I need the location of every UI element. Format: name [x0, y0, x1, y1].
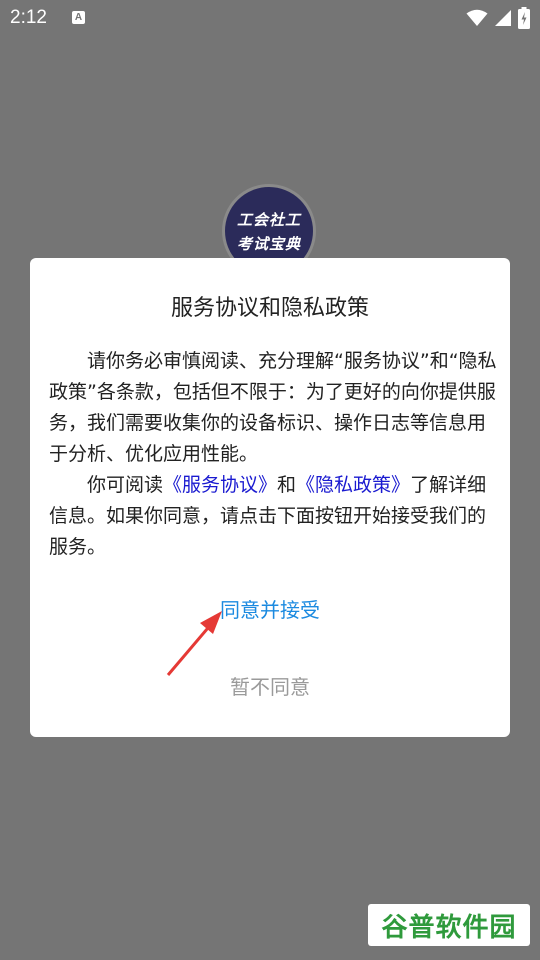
watermark-logo: 谷普软件园 [368, 904, 530, 946]
privacy-dialog: 服务协议和隐私政策 请你务必审慎阅读、充分理解“服务协议”和“隐私政策”各条款，… [30, 258, 510, 737]
signal-icon [495, 10, 511, 26]
status-icons [466, 7, 530, 29]
paragraph-2-prefix: 你可阅读 [87, 474, 164, 496]
dialog-body: 请你务必审慎阅读、充分理解“服务协议”和“隐私政策”各条款，包括但不限于：为了更… [49, 346, 497, 563]
logo-line-2: 考试宝典 [236, 235, 301, 253]
dialog-paragraph-2: 你可阅读《服务协议》和《隐私政策》了解详细信息。如果你同意，请点击下面按钮开始接… [49, 470, 497, 563]
privacy-policy-link[interactable]: 《隐私政策》 [296, 474, 410, 496]
status-time: 2:12 [10, 7, 47, 28]
battery-charging-icon [518, 7, 530, 29]
status-bar: 2:12 A [0, 0, 540, 36]
decline-button[interactable]: 暂不同意 [170, 669, 370, 705]
wifi-icon [466, 9, 488, 26]
dialog-paragraph-1: 请你务必审慎阅读、充分理解“服务协议”和“隐私政策”各条款，包括但不限于：为了更… [49, 350, 497, 465]
service-agreement-link[interactable]: 《服务协议》 [163, 474, 277, 496]
watermark-text: 谷普软件园 [381, 912, 517, 943]
logo-line-1: 工会社工 [236, 211, 301, 229]
dialog-title: 服务协议和隐私政策 [170, 296, 369, 321]
accept-button[interactable]: 同意并接受 [170, 592, 370, 628]
notification-a-icon: A [72, 11, 85, 24]
paragraph-2-and: 和 [277, 474, 297, 496]
